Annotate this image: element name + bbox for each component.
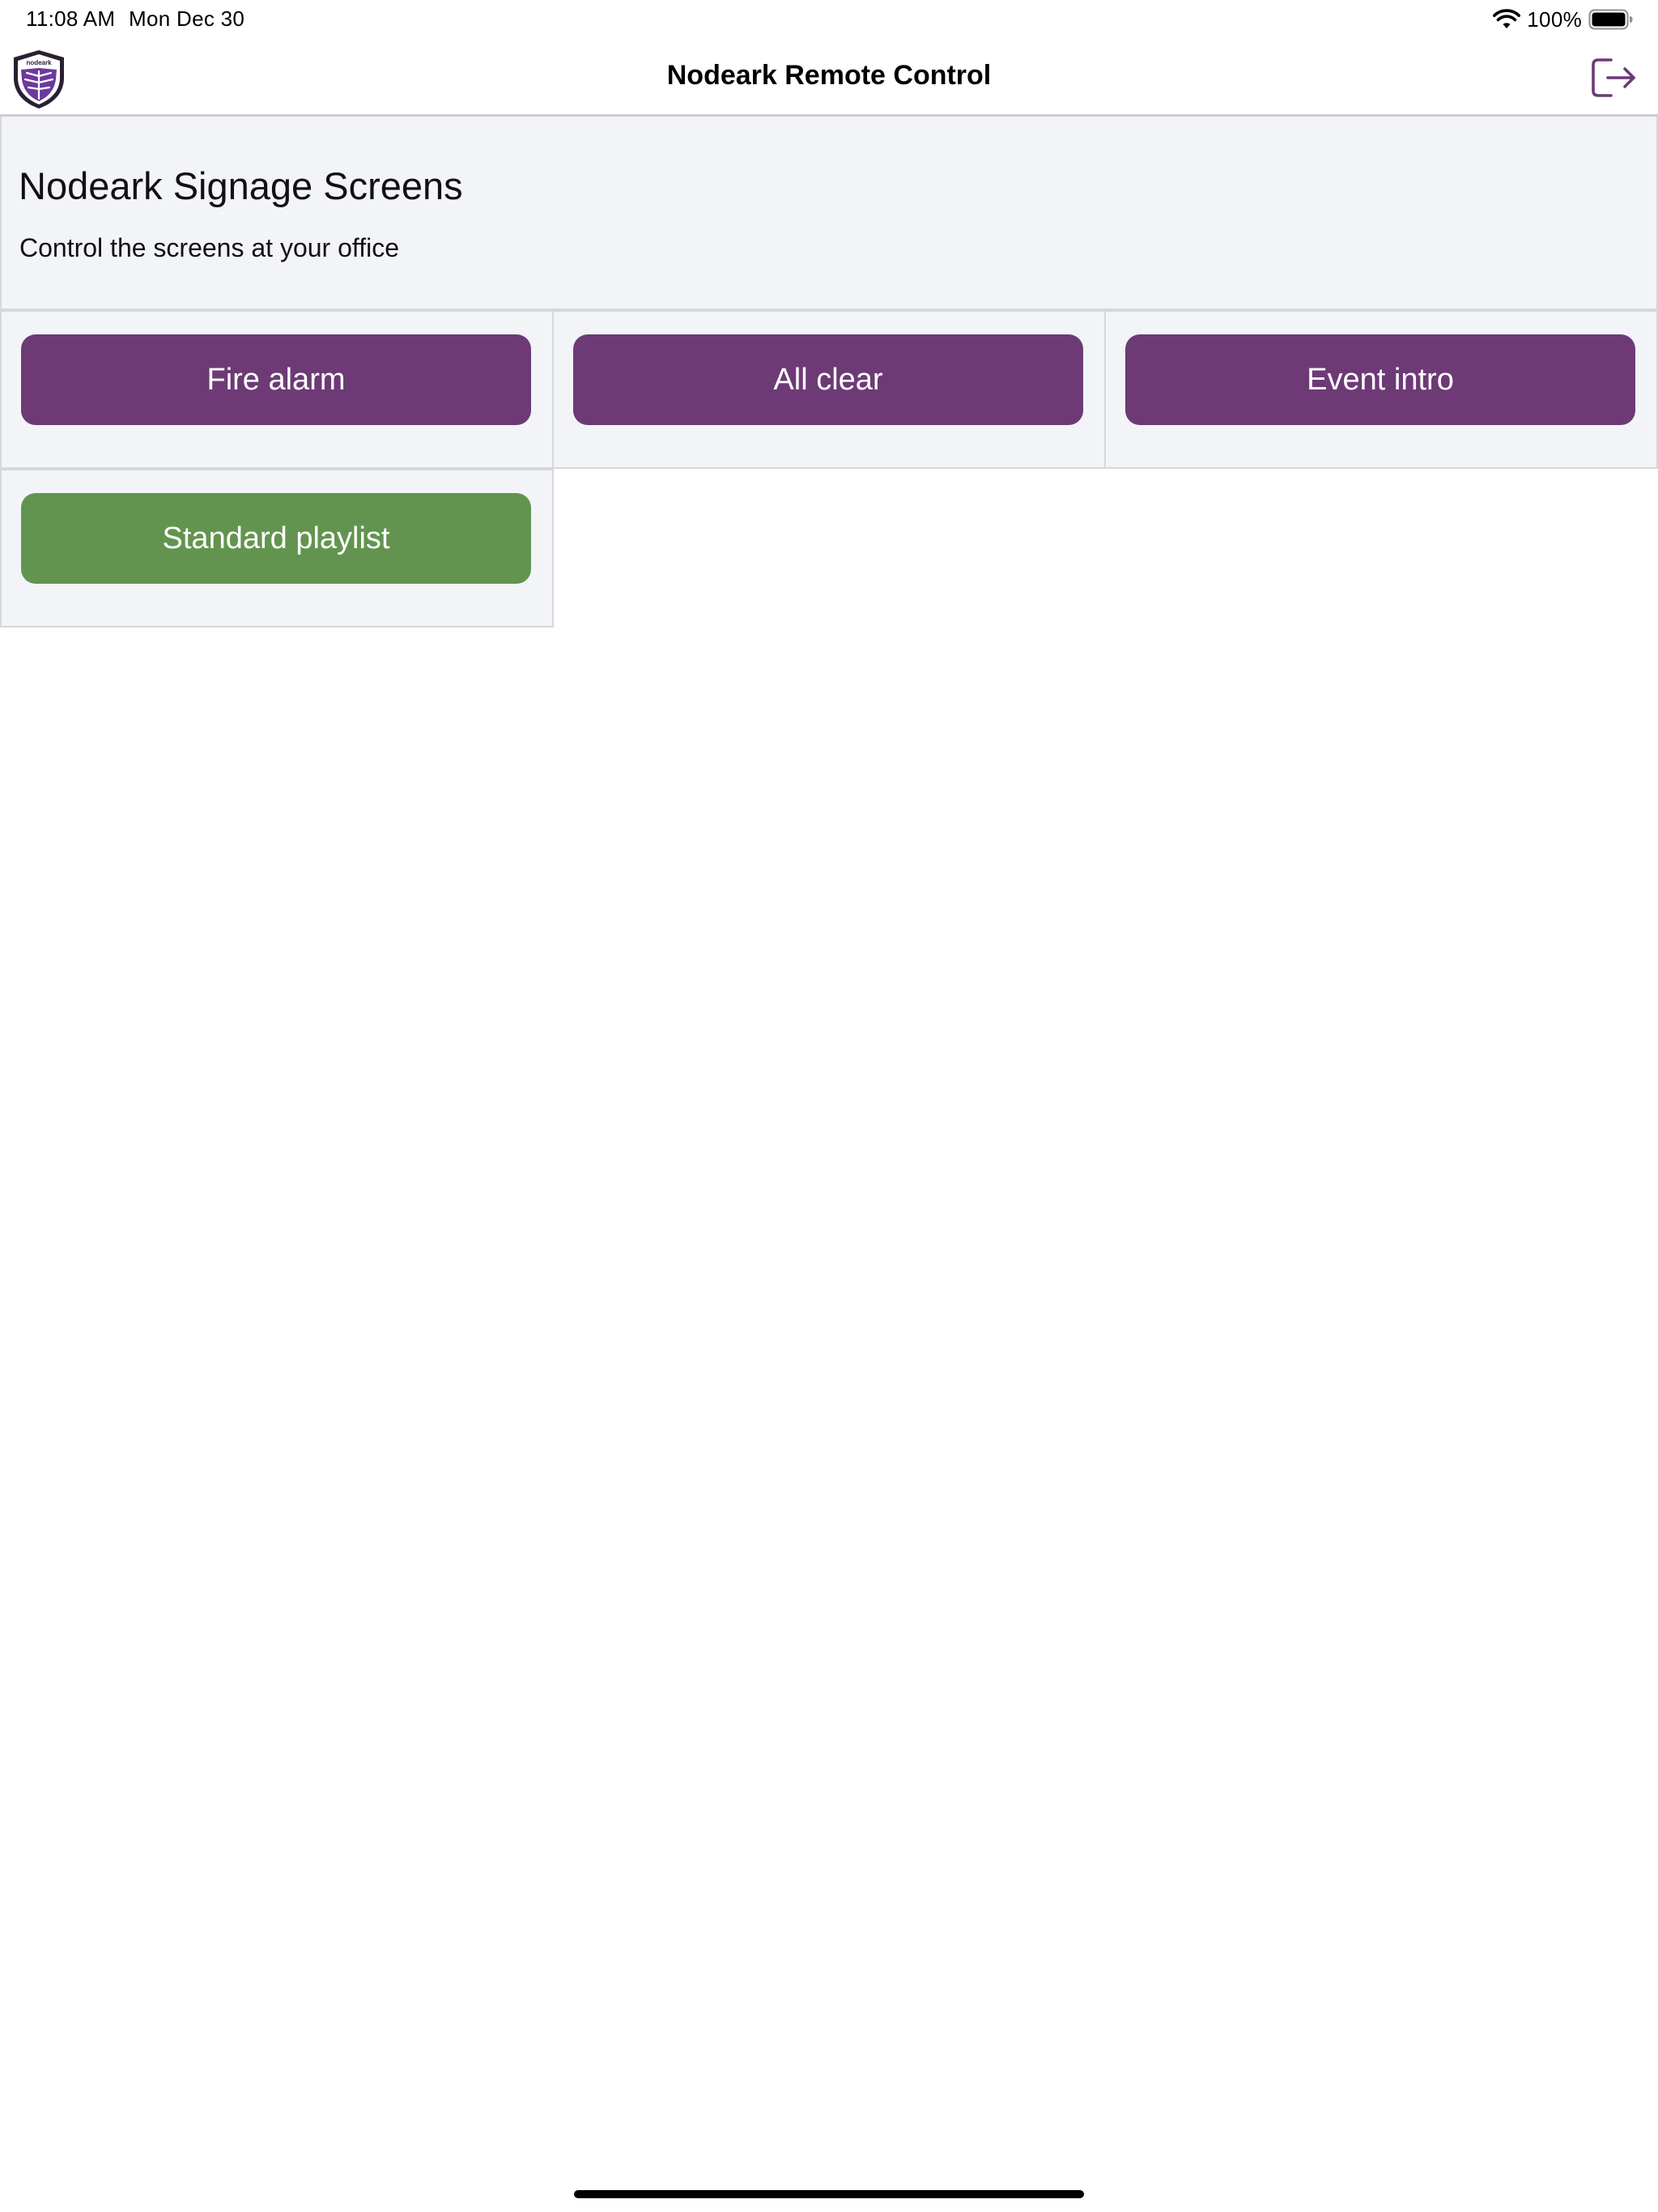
action-cell-fire-alarm: Fire alarm: [0, 310, 554, 469]
standard-playlist-button[interactable]: Standard playlist: [21, 493, 531, 584]
fire-alarm-button[interactable]: Fire alarm: [21, 334, 531, 425]
action-cell-event-intro: Event intro: [1104, 310, 1658, 469]
event-intro-button[interactable]: Event intro: [1125, 334, 1635, 425]
status-date: Mon Dec 30: [129, 6, 245, 31]
action-cell-standard-playlist: Standard playlist: [0, 469, 554, 627]
status-indicators: 100%: [1493, 6, 1634, 32]
status-time: 11:08 AM: [26, 6, 116, 31]
wifi-icon: [1493, 9, 1521, 28]
page-title: Nodeark Remote Control: [666, 60, 992, 91]
logout-button[interactable]: [1590, 55, 1639, 100]
logout-icon: [1592, 58, 1635, 97]
all-clear-button[interactable]: All clear: [573, 334, 1083, 425]
app-screen: 11:08 AM Mon Dec 30 100% nodeark Nodeark: [0, 0, 1658, 2212]
status-bar: 11:08 AM Mon Dec 30 100%: [0, 0, 1658, 39]
home-indicator[interactable]: [574, 2190, 1084, 2198]
action-cell-all-clear: All clear: [552, 310, 1106, 469]
battery-percentage: 100%: [1527, 6, 1582, 32]
section-subtitle: Control the screens at your office: [19, 233, 399, 262]
screens-header: Nodeark Signage Screens Control the scre…: [0, 117, 1658, 311]
section-title: Nodeark Signage Screens: [19, 164, 463, 207]
battery-icon: [1588, 9, 1633, 30]
navigation-bar: nodeark Nodeark Remote Control: [0, 39, 1658, 117]
